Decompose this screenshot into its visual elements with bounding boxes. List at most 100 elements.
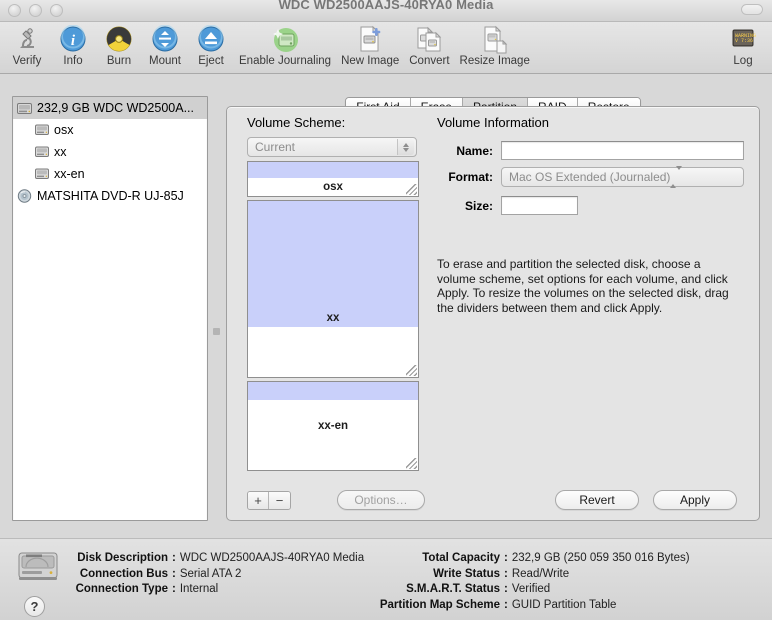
volume-scheme-diagram[interactable]: osx xx xx-en [247,161,419,474]
toolbar-button-mount[interactable]: Mount [142,24,188,67]
toolbar-label: Verify [12,55,42,67]
options-button[interactable]: Options… [337,490,425,510]
chevron-updown-icon [397,139,414,155]
volume-icon [35,146,49,158]
sidebar-item-volume-xx[interactable]: xx [13,141,207,163]
volume-size-row: Size: [437,196,578,215]
disk-info-left: Disk Description : WDC WD2500AAJS-40RYA0… [0,551,365,598]
volume-name-input[interactable] [501,141,744,160]
volume-name-row: Name: [437,141,744,160]
splitter-handle-icon[interactable] [213,328,220,335]
hard-disk-icon [17,102,32,115]
info-key: Partition Map Scheme [379,598,500,611]
revert-button[interactable]: Revert [555,490,639,510]
convert-icon [414,24,444,54]
add-remove-partition-group[interactable]: + − [247,491,291,510]
volume-scheme-popup[interactable]: Current [247,137,417,157]
toolbar-button-new-image[interactable]: New Image [336,24,404,67]
volume-format-popup[interactable]: Mac OS Extended (Journaled) [501,166,744,188]
disk-info-footer: Disk Description : WDC WD2500AAJS-40RYA0… [0,538,772,620]
volume-scheme-value: Current [255,140,296,154]
partition-panel: Volume Scheme: Current osx xx xx-en + − … [226,106,760,521]
disk-info-right: Total Capacity : 232,9 GB (250 059 350 0… [350,551,690,613]
volume-block-xx[interactable]: xx [247,200,419,378]
toolbar-label: Resize Image [459,55,530,67]
sidebar-item-label: 232,9 GB WDC WD2500A... [37,101,195,115]
toolbar: Verify i Info Burn Mount Eject Enable Jo… [0,22,772,74]
info-separator: : [172,567,176,580]
remove-partition-button[interactable]: − [269,492,290,509]
sidebar-item-optical-drive[interactable]: MATSHITA DVD-R UJ-85J [13,185,207,207]
disk-list[interactable]: 232,9 GB WDC WD2500A... osx xx xx-en MAT… [12,96,208,521]
toolbar-button-convert[interactable]: Convert [404,24,454,67]
info-value: 232,9 GB (250 059 350 016 Bytes) [511,552,690,564]
info-key: Total Capacity [422,552,500,564]
volume-used-bar [248,382,418,400]
volume-format-label: Format: [448,170,493,184]
sidebar-item-label: MATSHITA DVD-R UJ-85J [37,189,184,203]
toolbar-button-verify[interactable]: Verify [4,24,50,67]
info-key: Connection Type [75,583,168,595]
volume-size-label: Size: [464,198,493,213]
info-value: Verified [511,583,551,595]
eject-icon [197,24,225,54]
burn-icon [105,24,133,54]
toolbar-button-resize-image[interactable]: Resize Image [455,24,535,67]
title-bar: WDC WD2500AAJS-40RYA0 Media [0,0,772,22]
volume-size-input[interactable] [501,196,578,215]
volume-name-label: Name: [456,143,493,158]
volume-used-bar [248,201,418,327]
info-value: Serial ATA 2 [179,567,242,580]
toolbar-label: Log [733,55,753,67]
info-row-write-status: Write Status : Read/Write [350,567,690,583]
info-value: WDC WD2500AAJS-40RYA0 Media [179,552,365,564]
optical-disc-icon [17,189,32,203]
toolbar-button-log[interactable]: WARNING V 7:36 Log [720,24,766,67]
svg-text:V 7:36: V 7:36 [735,38,753,44]
help-button[interactable]: ? [24,596,45,617]
info-value: GUID Partition Table [511,598,617,611]
split-view-divider[interactable] [209,96,223,521]
resize-grip-icon[interactable] [406,184,417,195]
log-icon: WARNING V 7:36 [729,24,757,54]
microscope-icon [13,24,41,54]
sidebar-item-volume-osx[interactable]: osx [13,119,207,141]
sidebar-item-disk[interactable]: 232,9 GB WDC WD2500A... [13,97,207,119]
toolbar-items: Verify i Info Burn Mount Eject Enable Jo… [4,24,535,67]
toolbar-button-info[interactable]: i Info [50,24,96,67]
window-title: WDC WD2500AAJS-40RYA0 Media [278,0,494,12]
apply-button[interactable]: Apply [653,490,737,510]
info-row-disk-description: Disk Description : WDC WD2500AAJS-40RYA0… [0,551,364,567]
volume-scheme-label: Volume Scheme: [247,115,346,130]
toolbar-button-burn[interactable]: Burn [96,24,142,67]
toolbar-button-eject[interactable]: Eject [188,24,234,67]
info-row-connection-type: Connection Type : Internal [0,582,364,598]
chevron-updown-icon [670,166,683,188]
info-separator: : [172,552,176,564]
toolbar-label: Mount [149,55,181,67]
info-value: Internal [179,583,219,595]
resize-grip-icon[interactable] [406,458,417,469]
info-separator: : [172,583,176,595]
toolbar-label: Burn [106,55,132,67]
toolbar-label: Convert [409,55,450,67]
sidebar-item-volume-xx-en[interactable]: xx-en [13,163,207,185]
volume-icon [35,124,49,136]
resize-grip-icon[interactable] [406,365,417,376]
volume-block-xx-en[interactable]: xx-en [247,381,419,471]
partition-help-text: To erase and partition the selected disk… [437,257,729,315]
info-row-connection-bus: Connection Bus : Serial ATA 2 [0,567,364,583]
volume-format-row: Format: Mac OS Extended (Journaled) [437,166,744,188]
info-key: Write Status [433,567,500,580]
toolbar-button-enable-journaling[interactable]: Enable Journaling [234,24,336,67]
volume-used-bar [248,162,418,178]
add-partition-button[interactable]: + [248,492,269,509]
info-separator: : [504,583,508,595]
volume-block-label: osx [323,181,343,193]
disk-utility-window: WDC WD2500AAJS-40RYA0 Media Verify i Inf… [0,0,772,620]
volume-block-osx[interactable]: osx [247,161,419,197]
toolbar-toggle-button[interactable] [741,4,763,15]
sidebar-item-label: xx [54,145,67,159]
info-row-partition-map-scheme: Partition Map Scheme : GUID Partition Ta… [350,598,690,614]
volume-block-label: xx [326,312,340,324]
